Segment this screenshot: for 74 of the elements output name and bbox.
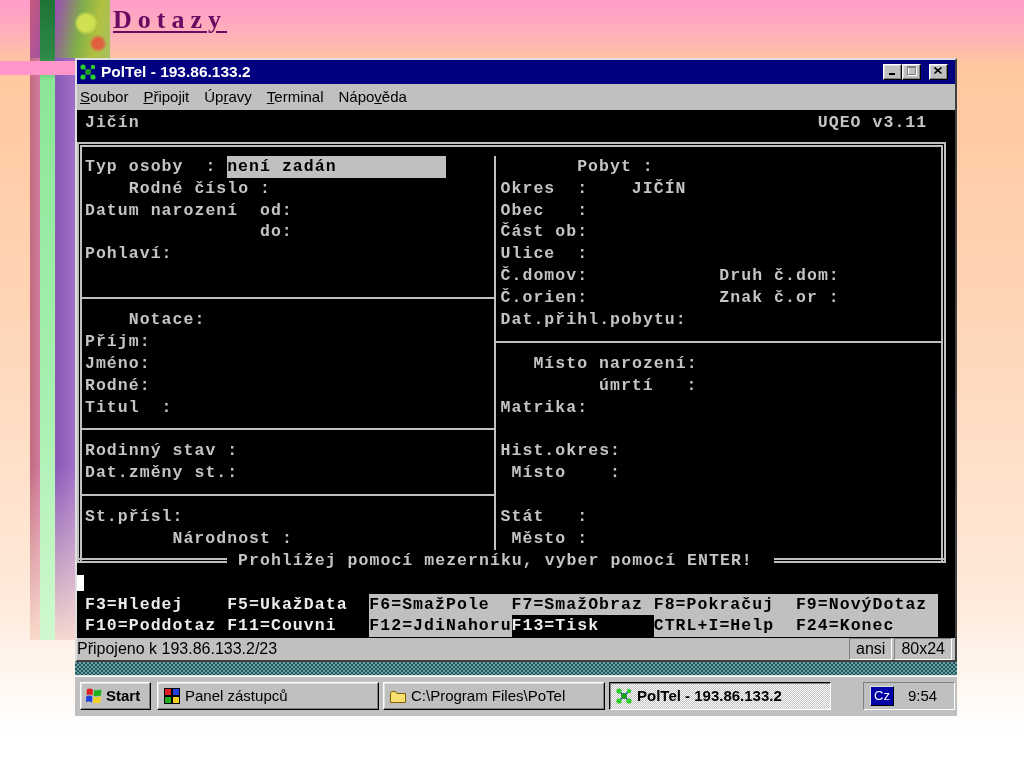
start-button[interactable]: Start: [80, 682, 151, 710]
field-label: Národnost :: [172, 527, 293, 550]
field-label: Notace:: [128, 309, 206, 331]
status-panel: ansi: [849, 638, 893, 660]
version-text: UQEO v3.11: [817, 112, 928, 134]
nodes-icon: [616, 688, 632, 704]
status-text: Připojeno k 193.86.133.2/23: [77, 640, 278, 658]
field-label: Část ob:: [500, 221, 589, 244]
menu-item[interactable]: Soubor: [80, 88, 129, 106]
field-label: Pobyt :: [577, 155, 654, 178]
field-label: Pohlaví:: [84, 243, 173, 266]
field-label: Místo narození:: [533, 352, 698, 375]
minimize-button[interactable]: [883, 64, 902, 80]
field-label: Město :: [511, 527, 589, 550]
function-key-hint: F6=SmažPole: [369, 593, 512, 616]
field-label: Jméno:: [84, 352, 151, 375]
field-label: úmrtí :: [599, 374, 698, 397]
menu-item[interactable]: Úpravy: [204, 88, 252, 106]
text-cursor-icon: [77, 574, 84, 591]
function-key-hint: F9=NovýDotaz: [795, 593, 939, 616]
input-field[interactable]: není zadán: [227, 155, 446, 178]
location-text: Jičín: [84, 112, 140, 134]
field-label: Rodné číslo :: [128, 177, 272, 200]
slide-title: Dotazy: [113, 5, 227, 35]
menu-item[interactable]: Terminal: [266, 88, 324, 106]
function-key-hint: F11=Couvni: [227, 615, 337, 638]
flag-icon: [85, 688, 103, 704]
menu-item[interactable]: Připojit: [143, 88, 190, 106]
field-label: Ulice :: [500, 243, 589, 266]
field-label: Druh č.dom:: [719, 265, 840, 288]
hint-text: Prohlížej pomocí mezerníku, vyber pomocí ENTER!: [238, 549, 753, 572]
status-panel: 80x24: [894, 638, 952, 660]
menu-item[interactable]: Nápověda: [338, 88, 407, 106]
taskbar-button[interactable]: Panel zástupců: [157, 682, 379, 710]
function-key-hint: F13=Tisk: [511, 615, 600, 638]
taskbar-button[interactable]: C:\Program Files\PoTel: [383, 682, 605, 710]
field-label: Matrika:: [500, 396, 589, 419]
field-label: Rodinný stav :: [84, 440, 239, 463]
field-label: od:: [259, 199, 293, 222]
function-key-hint: F7=SmažObraz: [511, 593, 654, 616]
field-label: Titul :: [84, 396, 173, 419]
function-key-hint: F12=JdiNahoru: [369, 615, 512, 638]
taskbar-button[interactable]: PolTel - 193.86.133.2: [609, 682, 831, 710]
function-key-hint: F3=Hledej: [84, 593, 184, 616]
function-key-hint: F24=Konec: [795, 615, 939, 638]
field-label: Okres :: [500, 177, 589, 200]
field-label: Obec :: [500, 199, 589, 222]
nodes-icon: [80, 64, 96, 80]
function-key-hint: CTRL+I=Help: [653, 615, 796, 638]
clock-text: 9:54: [907, 687, 938, 705]
field-label: do:: [259, 221, 293, 244]
field-label: Č.orien:: [500, 287, 589, 310]
field-label: Dat.změny st.:: [84, 462, 239, 485]
window-title: PolTel - 193.86.133.2: [101, 62, 251, 82]
function-key-hint: F10=Poddotaz: [84, 615, 217, 638]
field-label: Hist.okres:: [500, 440, 622, 463]
function-key-hint: F8=Pokračuj: [653, 593, 796, 616]
field-label: Typ osoby :: [84, 155, 217, 178]
field-value: JIČÍN: [631, 177, 687, 200]
field-label: Znak č.or :: [719, 287, 840, 310]
field-label: Datum narození: [84, 199, 239, 222]
folder-icon: [390, 689, 406, 703]
field-label: St.přísl:: [84, 506, 184, 528]
field-label: Rodné:: [84, 374, 151, 397]
field-label: Dat.přihl.pobytu:: [500, 309, 687, 331]
language-indicator[interactable]: Cz: [870, 686, 894, 706]
close-button[interactable]: [929, 64, 948, 80]
field-label: Místo :: [511, 462, 622, 485]
maximize-button[interactable]: [902, 64, 921, 80]
field-label: Příjm:: [84, 330, 151, 353]
field-label: Č.domov:: [500, 265, 589, 288]
field-label: Stát :: [500, 506, 589, 528]
function-key-hint: F5=UkažData: [227, 593, 348, 616]
tiles-icon: [164, 688, 180, 704]
